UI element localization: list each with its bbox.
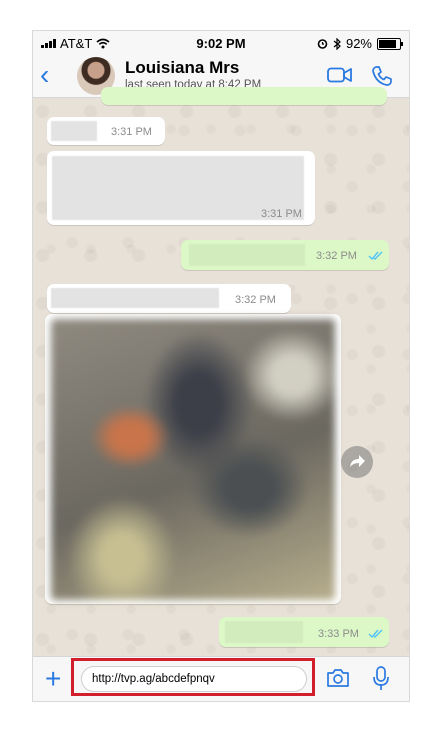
video-call-icon[interactable] [327,67,353,83]
battery-icon [377,37,403,50]
blurred-photo[interactable] [51,319,335,600]
message-time: 3:31 PM [261,208,302,220]
message-time: 3:31 PM [111,126,152,138]
plus-icon[interactable]: + [45,663,61,695]
redacted-text [189,244,305,266]
message-bubble[interactable]: 3:33 PM [219,617,389,647]
read-ticks-icon [368,629,383,639]
message-bubble[interactable]: 3:32 PM [181,240,389,270]
chevron-left-icon[interactable]: ‹ [40,61,49,89]
photo-message[interactable] [45,314,341,604]
redacted-text [225,621,303,643]
message-bubble[interactable]: 3:31 PM [47,151,315,225]
read-ticks-icon [368,251,383,261]
status-bar: AT&T 9:02 PM 92% [33,31,409,55]
input-highlight-box [71,658,315,696]
bluetooth-icon [333,37,341,50]
camera-icon[interactable] [326,668,350,688]
message-bubble[interactable]: 3:31 PM [47,117,165,145]
message-bubble-outgoing-partial[interactable] [101,87,387,105]
microphone-icon[interactable] [372,666,390,692]
message-bubble[interactable]: 3:32 PM [47,284,291,313]
forward-button[interactable] [341,446,373,478]
message-time: 3:32 PM [235,294,276,306]
redacted-text [51,288,219,308]
battery-percent: 92% [345,36,372,51]
alarm-icon [317,39,328,49]
message-input-bar: + [33,656,409,701]
message-time: 3:33 PM [318,628,359,640]
message-time: 3:32 PM [316,250,357,262]
forward-arrow-icon [350,455,365,467]
contact-name[interactable]: Louisiana Mrs [125,58,239,78]
phone-icon[interactable] [371,65,393,87]
phone-screen: AT&T 9:02 PM 92% ‹ Louisiana Mrs last se… [32,30,410,702]
redacted-text [51,121,97,141]
